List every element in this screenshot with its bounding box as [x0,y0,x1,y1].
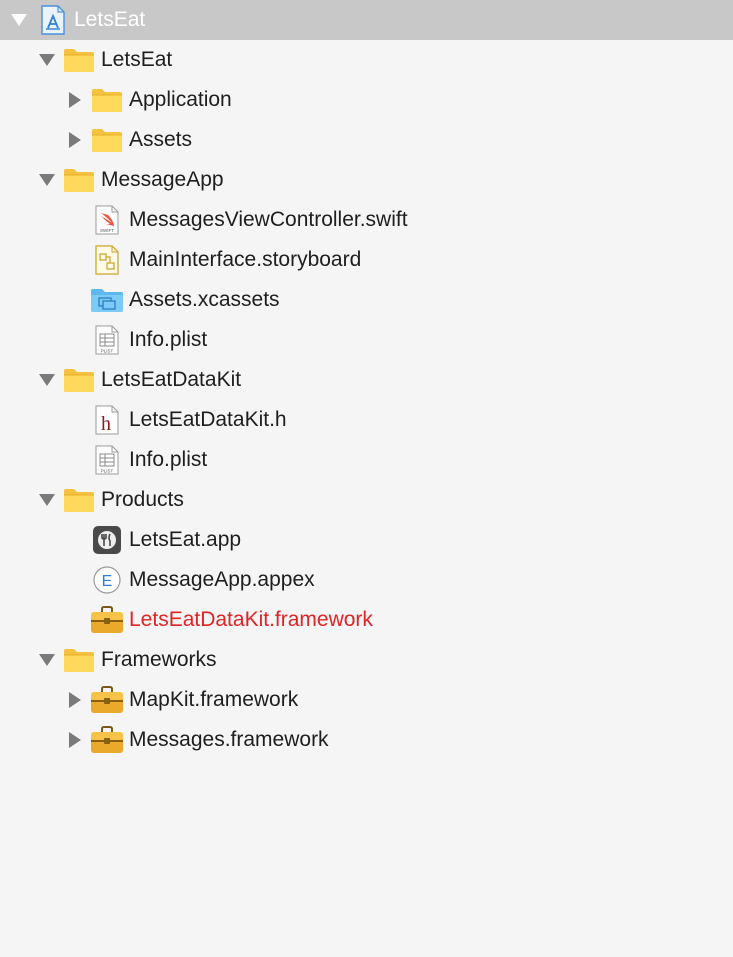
disclosure-expanded-icon[interactable] [36,480,58,520]
app-product-icon [90,520,124,560]
file-label: Info.plist [129,328,208,351]
folder-icon [62,360,96,400]
file-row[interactable]: SWIFT MessagesViewController.swift [0,200,733,240]
app-extension-icon: E [90,560,124,600]
file-row[interactable]: Application [0,80,733,120]
plist-file-icon: PLIST [90,320,124,360]
file-label: LetsEatDataKit.h [129,408,287,431]
file-row[interactable]: Messages.framework [0,720,733,760]
svg-text:PLIST: PLIST [101,349,114,354]
file-row[interactable]: PLIST Info.plist [0,320,733,360]
framework-icon [90,600,124,640]
file-row[interactable]: E MessageApp.appex [0,560,733,600]
disclosure-expanded-icon[interactable] [8,0,30,40]
asset-catalog-icon [90,280,124,320]
file-label: MessagesViewController.swift [129,208,408,231]
folder-icon [62,640,96,680]
file-label: LetsEatDataKit.framework [129,608,373,631]
project-navigator: LetsEat LetsEat Application Assets Messa… [0,0,733,957]
framework-icon [90,680,124,720]
storyboard-file-icon [90,240,124,280]
file-row[interactable]: PLIST Info.plist [0,440,733,480]
disclosure-collapsed-icon[interactable] [64,720,86,760]
group-row[interactable]: Products [0,480,733,520]
xcode-project-icon [36,0,70,40]
file-label: MainInterface.storyboard [129,248,362,271]
file-row[interactable]: MainInterface.storyboard [0,240,733,280]
file-label: LetsEat.app [129,528,242,551]
file-label: Assets [129,128,193,151]
svg-text:PLIST: PLIST [101,469,114,474]
group-label: Products [101,488,184,511]
plist-file-icon: PLIST [90,440,124,480]
disclosure-collapsed-icon[interactable] [64,120,86,160]
svg-text:SWIFT: SWIFT [100,228,114,233]
folder-icon [62,480,96,520]
file-label: Application [129,88,232,111]
file-label: MessageApp.appex [129,568,315,591]
file-row[interactable]: Assets [0,120,733,160]
file-label: Assets.xcassets [129,288,280,311]
disclosure-expanded-icon[interactable] [36,360,58,400]
file-row[interactable]: LetsEatDataKit.framework [0,600,733,640]
disclosure-expanded-icon[interactable] [36,160,58,200]
folder-icon [62,160,96,200]
framework-icon [90,720,124,760]
svg-text:h: h [101,413,111,435]
file-row[interactable]: LetsEat.app [0,520,733,560]
file-label: Info.plist [129,448,208,471]
header-file-icon: h [90,400,124,440]
project-row[interactable]: LetsEat [0,0,733,40]
disclosure-collapsed-icon[interactable] [64,680,86,720]
swift-file-icon: SWIFT [90,200,124,240]
group-row[interactable]: Frameworks [0,640,733,680]
folder-icon [62,40,96,80]
group-row[interactable]: LetsEat [0,40,733,80]
group-label: MessageApp [101,168,224,191]
disclosure-collapsed-icon[interactable] [64,80,86,120]
file-label: MapKit.framework [129,688,299,711]
file-row[interactable]: Assets.xcassets [0,280,733,320]
file-tree: LetsEat Application Assets MessageApp SW… [0,40,733,760]
svg-text:E: E [102,573,113,590]
file-row[interactable]: MapKit.framework [0,680,733,720]
disclosure-expanded-icon[interactable] [36,640,58,680]
group-row[interactable]: MessageApp [0,160,733,200]
folder-icon [90,80,124,120]
group-label: LetsEatDataKit [101,368,242,391]
group-label: LetsEat [101,48,173,71]
group-row[interactable]: LetsEatDataKit [0,360,733,400]
folder-icon [90,120,124,160]
file-row[interactable]: h LetsEatDataKit.h [0,400,733,440]
project-name: LetsEat [74,8,146,31]
disclosure-expanded-icon[interactable] [36,40,58,80]
file-label: Messages.framework [129,728,329,751]
group-label: Frameworks [101,648,217,671]
